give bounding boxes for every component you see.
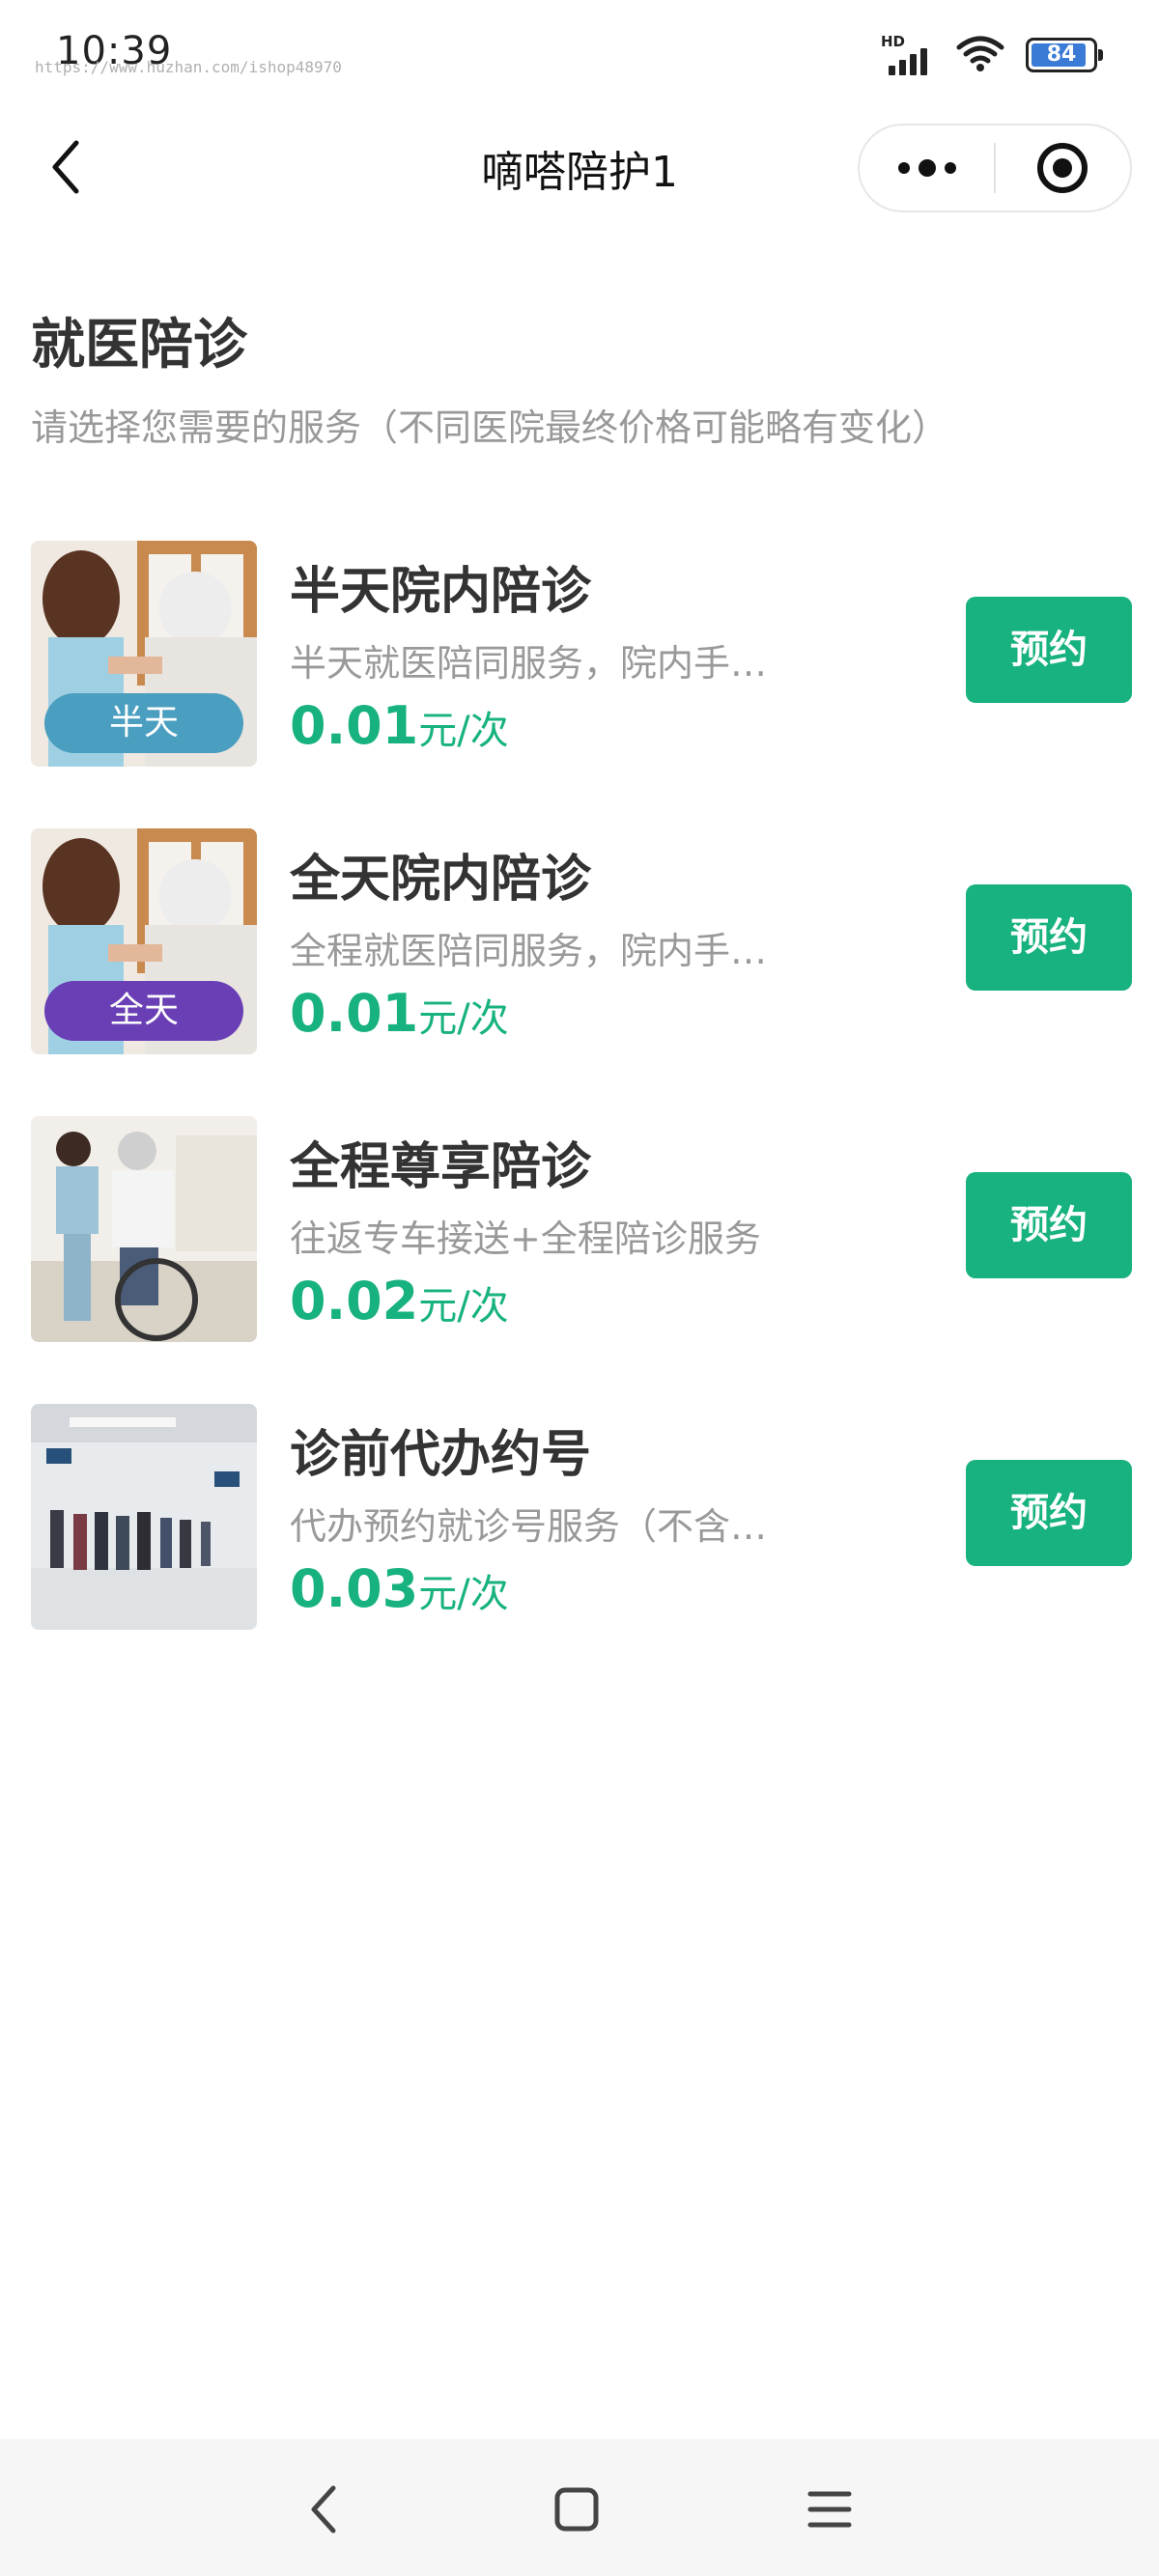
home-square-icon	[554, 2487, 599, 2532]
section-subtitle: 请选择您需要的服务（不同医院最终价格可能略有变化）	[31, 406, 949, 449]
service-name: 诊前代办约号	[290, 1426, 592, 1484]
target-circle-icon	[1037, 143, 1088, 193]
service-tag: 半天	[44, 693, 243, 753]
section-title: 就医陪诊	[31, 314, 247, 377]
back-triangle-icon	[311, 2485, 336, 2534]
service-name: 半天院内陪诊	[290, 563, 592, 621]
service-tag: 全天	[44, 981, 243, 1041]
mini-program-capsule	[858, 124, 1132, 212]
service-thumbnail	[31, 1116, 257, 1342]
price-unit: 元/次	[418, 1572, 509, 1616]
price-value: 0.03	[290, 1558, 419, 1619]
book-button[interactable]: 预约	[966, 1460, 1132, 1566]
more-button[interactable]	[860, 126, 994, 210]
price-unit: 元/次	[418, 996, 509, 1041]
service-desc: 半天就医陪同服务，院内手…	[290, 642, 768, 685]
book-button[interactable]: 预约	[966, 1172, 1132, 1278]
service-thumbnail	[31, 1404, 257, 1630]
status-icons: HD 84	[881, 33, 1103, 77]
service-thumbnail: 半天	[31, 541, 257, 767]
battery-level: 84	[1046, 42, 1077, 67]
price-unit: 元/次	[418, 709, 509, 753]
service-price: 0.01元/次	[290, 695, 509, 756]
system-back-button[interactable]	[280, 2466, 367, 2553]
more-dots-icon	[897, 159, 956, 177]
service-desc: 全程就医陪同服务，院内手…	[290, 930, 768, 972]
service-name: 全天院内陪诊	[290, 851, 592, 909]
book-button[interactable]: 预约	[966, 597, 1132, 703]
signal-icon: HD	[881, 33, 935, 75]
service-price: 0.02元/次	[290, 1271, 509, 1331]
service-item[interactable]: 全天 全天院内陪诊 全程就医陪同服务，院内手… 0.01元/次 预约	[0, 828, 1159, 1116]
price-value: 0.01	[290, 695, 419, 756]
system-menu-button[interactable]	[786, 2466, 873, 2553]
price-value: 0.02	[290, 1271, 419, 1331]
service-name: 全程尊享陪诊	[290, 1138, 592, 1196]
nav-bar: 嘀嗒陪护1	[0, 106, 1159, 232]
menu-lines-icon	[807, 2491, 852, 2528]
price-value: 0.01	[290, 983, 419, 1044]
system-home-button[interactable]	[533, 2466, 620, 2553]
price-unit: 元/次	[418, 1284, 509, 1329]
service-item[interactable]: 全程尊享陪诊 往返专车接送+全程陪诊服务 0.02元/次 预约	[0, 1116, 1159, 1404]
service-thumbnail: 全天	[31, 828, 257, 1054]
watermark-text: https://www.huzhan.com/ishop48970	[35, 58, 342, 76]
wifi-icon	[956, 34, 1004, 76]
service-item[interactable]: 半天 半天院内陪诊 半天就医陪同服务，院内手… 0.01元/次 预约	[0, 541, 1159, 828]
service-desc: 往返专车接送+全程陪诊服务	[290, 1218, 761, 1260]
system-nav-bar	[0, 2439, 1159, 2576]
book-button[interactable]: 预约	[966, 884, 1132, 991]
close-button[interactable]	[996, 126, 1130, 210]
service-desc: 代办预约就诊号服务（不含…	[290, 1505, 768, 1548]
battery-icon: 84	[1026, 38, 1103, 72]
service-price: 0.03元/次	[290, 1558, 509, 1619]
service-item[interactable]: 诊前代办约号 代办预约就诊号服务（不含… 0.03元/次 预约	[0, 1404, 1159, 1692]
status-bar: 10:39 https://www.huzhan.com/ishop48970 …	[0, 0, 1159, 106]
service-price: 0.01元/次	[290, 983, 509, 1044]
service-list: 半天 半天院内陪诊 半天就医陪同服务，院内手… 0.01元/次 预约 全天 全天…	[0, 541, 1159, 1692]
